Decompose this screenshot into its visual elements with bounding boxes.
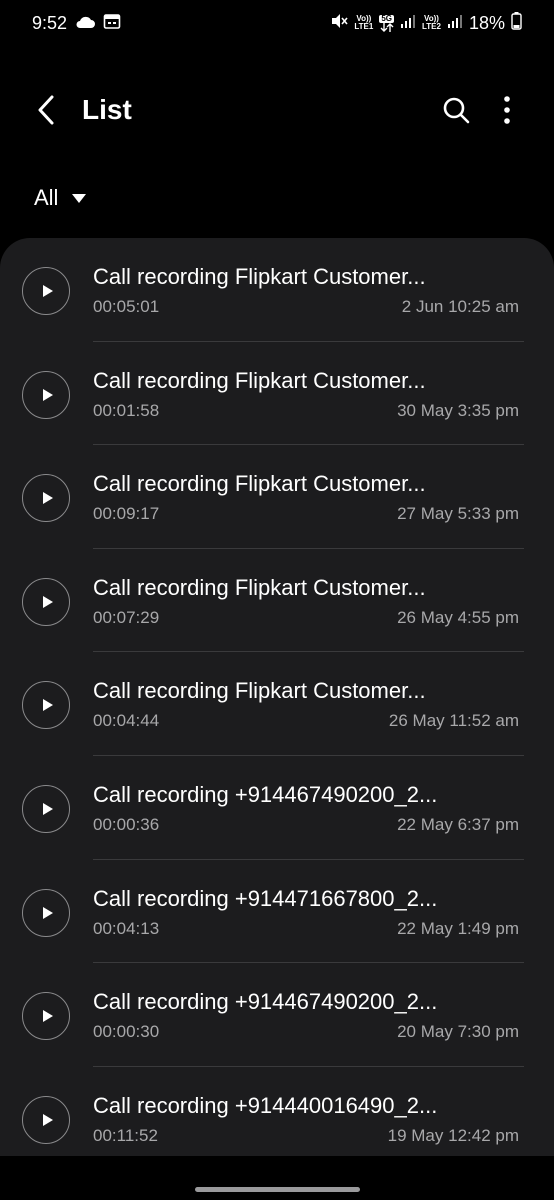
recording-date: 22 May 6:37 pm bbox=[397, 814, 519, 834]
list-item[interactable]: Call recording Flipkart Customer... 00:0… bbox=[0, 549, 554, 653]
play-button[interactable] bbox=[22, 267, 70, 315]
recording-date: 20 May 7:30 pm bbox=[397, 1022, 519, 1042]
recording-duration: 00:04:13 bbox=[93, 918, 160, 938]
recording-date: 26 May 11:52 am bbox=[388, 711, 519, 731]
recording-duration: 00:05:01 bbox=[93, 297, 160, 316]
play-icon bbox=[42, 388, 53, 401]
recording-title: Call recording +914440016490_2... bbox=[93, 1092, 438, 1118]
calendar-icon bbox=[103, 12, 121, 35]
app-bar: List bbox=[0, 78, 554, 144]
play-icon bbox=[42, 1010, 53, 1023]
recording-date: 30 May 3:35 pm bbox=[397, 400, 519, 420]
list-item[interactable]: Call recording Flipkart Customer... 00:0… bbox=[0, 238, 554, 342]
dropdown-arrow-icon bbox=[72, 193, 87, 203]
play-icon bbox=[42, 906, 53, 919]
recording-duration: 00:07:29 bbox=[93, 607, 160, 627]
status-right: Vo)) LTE1 5G Vo)) LTE2 18% bbox=[330, 11, 522, 35]
recordings-list: Call recording Flipkart Customer... 00:0… bbox=[0, 238, 554, 1156]
battery-percent: 18% bbox=[468, 12, 505, 33]
recording-title: Call recording Flipkart Customer... bbox=[93, 264, 426, 289]
play-button[interactable] bbox=[22, 370, 70, 419]
5g-indicator: 5G bbox=[379, 14, 394, 32]
status-time: 9:52 bbox=[32, 12, 68, 33]
recording-title: Call recording Flipkart Customer... bbox=[93, 471, 426, 497]
play-button[interactable] bbox=[22, 992, 70, 1041]
play-button[interactable] bbox=[22, 577, 70, 626]
recording-duration: 00:11:52 bbox=[93, 1125, 158, 1145]
mute-icon bbox=[330, 12, 348, 35]
cloud-icon bbox=[75, 13, 96, 34]
play-button[interactable] bbox=[22, 681, 70, 730]
status-left: 9:52 bbox=[32, 12, 121, 35]
play-button[interactable] bbox=[22, 888, 70, 937]
search-button[interactable] bbox=[438, 92, 474, 128]
recording-duration: 00:04:44 bbox=[93, 711, 160, 731]
play-icon bbox=[42, 699, 53, 712]
play-icon bbox=[42, 285, 53, 297]
signal-icon bbox=[447, 13, 463, 34]
play-icon bbox=[42, 802, 53, 815]
recording-title: Call recording Flipkart Customer... bbox=[93, 678, 426, 704]
more-options-button[interactable] bbox=[494, 92, 520, 128]
recording-duration: 00:00:36 bbox=[93, 814, 160, 834]
recording-title: Call recording Flipkart Customer... bbox=[93, 367, 426, 393]
recording-title: Call recording +914471667800_2... bbox=[93, 885, 438, 911]
home-indicator[interactable] bbox=[195, 1187, 360, 1192]
list-item[interactable]: Call recording Flipkart Customer... 00:0… bbox=[0, 445, 554, 549]
recording-date: 26 May 4:55 pm bbox=[397, 607, 519, 627]
list-item[interactable]: Call recording +914467490200_2... 00:00:… bbox=[0, 963, 554, 1067]
more-vertical-icon bbox=[504, 96, 510, 124]
play-button[interactable] bbox=[22, 474, 70, 523]
search-icon bbox=[443, 97, 470, 124]
play-icon bbox=[42, 492, 53, 505]
recording-date: 19 May 12:42 pm bbox=[387, 1125, 519, 1145]
battery-icon bbox=[511, 11, 522, 35]
recording-date: 2 Jun 10:25 am bbox=[401, 297, 519, 316]
recording-duration: 00:00:30 bbox=[93, 1022, 160, 1042]
recording-title: Call recording +914467490200_2... bbox=[93, 989, 438, 1015]
list-item[interactable]: Call recording Flipkart Customer... 00:0… bbox=[0, 342, 554, 446]
status-bar: 9:52 Vo)) LTE1 5G Vo)) LTE2 18% bbox=[0, 0, 554, 46]
list-item[interactable]: Call recording +914467490200_2... 00:00:… bbox=[0, 756, 554, 860]
recording-title: Call recording +914467490200_2... bbox=[93, 781, 438, 807]
recording-duration: 00:01:58 bbox=[93, 400, 160, 420]
recording-duration: 00:09:17 bbox=[93, 504, 160, 524]
sim1-volte-indicator: Vo)) LTE1 bbox=[354, 14, 374, 31]
list-item[interactable]: Call recording +914440016490_2... 00:11:… bbox=[0, 1067, 554, 1156]
back-arrow-icon bbox=[38, 95, 54, 125]
recording-date: 27 May 5:33 pm bbox=[397, 504, 519, 524]
filter-label: All bbox=[34, 185, 59, 210]
page-title: List bbox=[82, 94, 132, 125]
list-item[interactable]: Call recording Flipkart Customer... 00:0… bbox=[0, 652, 554, 756]
play-button[interactable] bbox=[22, 784, 70, 833]
play-button[interactable] bbox=[22, 1095, 70, 1144]
list-item[interactable]: Call recording +914471667800_2... 00:04:… bbox=[0, 860, 554, 964]
recording-date: 22 May 1:49 pm bbox=[397, 918, 519, 938]
sim2-volte-indicator: Vo)) LTE2 bbox=[422, 14, 441, 31]
play-icon bbox=[42, 1113, 53, 1126]
recording-title: Call recording Flipkart Customer... bbox=[93, 574, 426, 600]
signal-icon bbox=[400, 13, 416, 34]
filter-dropdown[interactable]: All bbox=[34, 180, 87, 216]
play-icon bbox=[42, 595, 53, 608]
back-button[interactable] bbox=[30, 92, 62, 128]
